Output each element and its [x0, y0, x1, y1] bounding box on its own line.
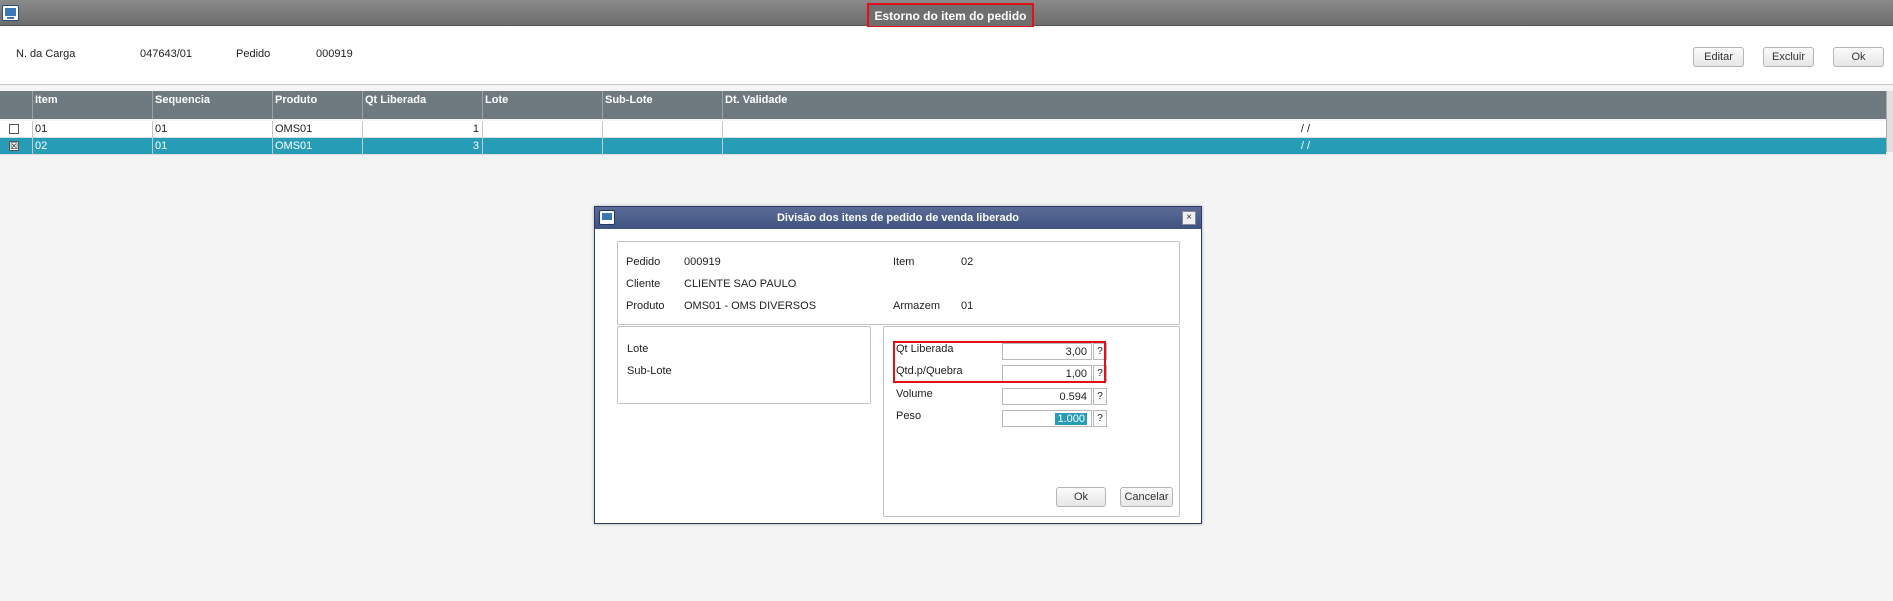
info-armazem-label: Armazem: [893, 300, 941, 312]
grid-scrollbar[interactable]: [1886, 91, 1893, 152]
info-item-label: Item: [893, 256, 915, 268]
dialog-cancelar-button[interactable]: Cancelar: [1120, 487, 1173, 507]
sublote-label: Sub-Lote: [627, 365, 672, 377]
peso-value: 1.000: [1055, 413, 1087, 425]
window-title: Estorno do item do pedido: [867, 3, 1034, 28]
cell-sub-lote: [602, 138, 722, 155]
cell-sequencia: 01: [152, 138, 272, 155]
col-item[interactable]: Item: [32, 91, 152, 119]
cell-qt-liberada: 1: [362, 121, 482, 138]
cell-item: 01: [32, 121, 152, 138]
info-pedido-value: 000919: [684, 256, 721, 268]
highlight-annotation: [893, 341, 1106, 383]
info-armazem-value: 01: [961, 300, 974, 312]
volume-label: Volume: [896, 388, 933, 400]
col-dt-validade[interactable]: Dt. Validade: [722, 91, 1886, 119]
peso-label: Peso: [896, 410, 922, 422]
info-cliente-value: CLIENTE SAO PAULO: [684, 278, 797, 290]
row-checkbox[interactable]: ☒: [9, 141, 19, 151]
editar-button[interactable]: Editar: [1693, 47, 1744, 67]
cell-qt-liberada: 3: [362, 138, 482, 155]
info-produto-value: OMS01 - OMS DIVERSOS: [684, 300, 817, 312]
header-panel: [0, 27, 1893, 85]
cell-dt-validade: / /: [722, 138, 1886, 155]
cell-lote: [482, 121, 602, 138]
cell-lote: [482, 138, 602, 155]
col-sub-lote[interactable]: Sub-Lote: [602, 91, 722, 119]
cell-produto: OMS01: [272, 121, 362, 138]
col-qt-liberada[interactable]: Qt Liberada: [362, 91, 482, 119]
pedido-label: Pedido: [236, 48, 271, 60]
cell-dt-validade: / /: [722, 121, 1886, 138]
ok-button[interactable]: Ok: [1833, 47, 1884, 67]
col-lote[interactable]: Lote: [482, 91, 602, 119]
info-pedido-label: Pedido: [626, 256, 661, 268]
carga-value: 047643/01: [140, 48, 192, 60]
dialog-ok-button[interactable]: Ok: [1056, 487, 1106, 507]
window-icon[interactable]: [2, 5, 19, 21]
carga-label: N. da Carga: [16, 48, 76, 60]
cell-sequencia: 01: [152, 121, 272, 138]
dialog-window-icon: [599, 210, 615, 225]
lote-panel: Lote Sub-Lote: [617, 326, 871, 404]
table-row[interactable]: ☒ 02 01 OMS01 3 / /: [0, 138, 1886, 155]
screen: Estorno do item do pedido N. da Carga 04…: [0, 0, 1893, 601]
peso-help-icon[interactable]: ?: [1093, 410, 1107, 427]
grid-header: Item Sequencia Produto Qt Liberada Lote …: [0, 91, 1886, 119]
col-sequencia[interactable]: Sequencia: [152, 91, 272, 119]
lote-label: Lote: [627, 343, 649, 355]
col-produto[interactable]: Produto: [272, 91, 362, 119]
info-item-value: 02: [961, 256, 974, 268]
volume-help-icon[interactable]: ?: [1093, 388, 1107, 405]
info-cliente-label: Cliente: [626, 278, 661, 290]
pedido-value: 000919: [316, 48, 353, 60]
info-produto-label: Produto: [626, 300, 665, 312]
close-icon[interactable]: ×: [1182, 211, 1196, 225]
peso-field[interactable]: 1.000: [1002, 410, 1092, 427]
table-row[interactable]: 01 01 OMS01 1 / /: [0, 121, 1886, 138]
cell-item: 02: [32, 138, 152, 155]
volume-field[interactable]: 0.594: [1002, 388, 1092, 405]
cell-sub-lote: [602, 121, 722, 138]
dialog-titlebar: Divisão dos itens de pedido de venda lib…: [595, 207, 1201, 229]
info-panel: Pedido 000919 Item 02 Cliente CLIENTE SA…: [617, 241, 1180, 325]
excluir-button[interactable]: Excluir: [1763, 47, 1814, 67]
dialog-title: Divisão dos itens de pedido de venda lib…: [776, 212, 1020, 224]
row-checkbox[interactable]: [9, 124, 19, 134]
cell-produto: OMS01: [272, 138, 362, 155]
